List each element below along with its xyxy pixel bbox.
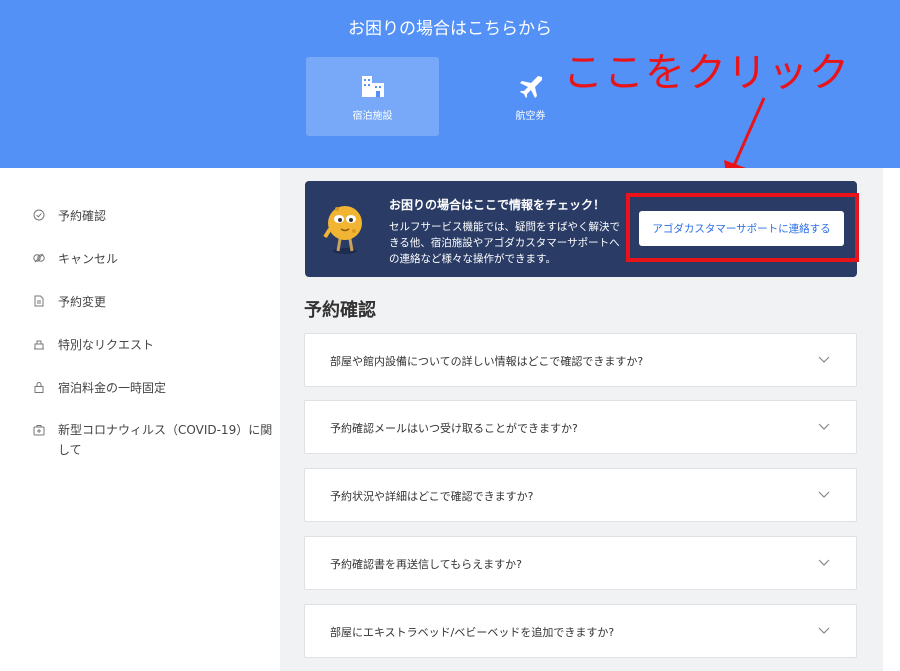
help-content: お困りの場合はここで情報をチェック！ セルフサービス機能では、疑問をすばやく解決… bbox=[280, 168, 883, 671]
request-icon bbox=[34, 340, 44, 350]
help-header: お困りの場合はこちらから 宿泊施設 航空券 ここをクリック bbox=[0, 0, 900, 168]
chevron-down-icon bbox=[818, 627, 830, 634]
sidebar-item-label: 宿泊料金の一時固定 bbox=[58, 381, 167, 395]
faq-item[interactable]: 予約確認書を再送信してもらえますか? bbox=[304, 536, 857, 590]
tab-flights-label: 航空券 bbox=[515, 111, 546, 122]
sidebar-item-booking-confirmation[interactable]: 予約確認 bbox=[33, 207, 106, 224]
banner-description: セルフサービス機能では、疑問をすばやく解決できる他、宿泊施設やアゴダカスタマーサ… bbox=[389, 221, 620, 265]
faq-question: 予約状況や詳細はどこで確認できますか? bbox=[330, 490, 534, 503]
check-circle-icon bbox=[33, 209, 45, 221]
sidebar-item-cancel[interactable]: キャンセル bbox=[33, 250, 118, 267]
document-icon bbox=[34, 295, 44, 307]
sidebar-item-label: キャンセル bbox=[58, 252, 119, 266]
self-service-banner: お困りの場合はここで情報をチェック！ セルフサービス機能では、疑問をすばやく解決… bbox=[305, 181, 857, 277]
section-title: 予約確認 bbox=[304, 300, 376, 321]
faq-item[interactable]: 部屋にエキストラベッド/ベビーベッドを追加できますか? bbox=[304, 604, 857, 658]
faq-item[interactable]: 予約状況や詳細はどこで確認できますか? bbox=[304, 468, 857, 522]
sidebar-item-label: 予約確認 bbox=[58, 209, 107, 223]
chevron-down-icon bbox=[818, 491, 830, 498]
help-sidebar: 予約確認 キャンセル 予約変更 特別なリクエスト 宿泊料金の一時固定 新型コロナ… bbox=[0, 168, 280, 671]
sidebar-item-label: 予約変更 bbox=[58, 295, 107, 309]
right-margin bbox=[883, 168, 900, 671]
faq-item[interactable]: 予約確認メールはいつ受け取ることができますか? bbox=[304, 400, 857, 454]
contact-support-button[interactable]: アゴダカスタマーサポートに連絡する bbox=[639, 211, 844, 246]
chevron-down-icon bbox=[818, 423, 830, 430]
sidebar-item-covid19[interactable]: 新型コロナウィルス（COVID-19）に関して bbox=[33, 420, 273, 460]
header-title: お困りの場合はこちらから bbox=[348, 19, 552, 39]
faq-question: 部屋や館内設備についての詳しい情報はどこで確認できますか? bbox=[330, 355, 644, 368]
tab-accommodation[interactable]: 宿泊施設 bbox=[306, 57, 439, 136]
lock-icon bbox=[34, 382, 44, 393]
airplane-icon bbox=[519, 76, 542, 98]
faq-question: 予約確認書を再送信してもらえますか? bbox=[330, 558, 522, 571]
tab-accommodation-label: 宿泊施設 bbox=[352, 111, 393, 122]
building-icon bbox=[361, 76, 384, 97]
chevron-down-icon bbox=[818, 559, 830, 566]
chevron-down-icon bbox=[818, 356, 830, 363]
sidebar-item-label: 特別なリクエスト bbox=[58, 338, 155, 352]
sidebar-item-price-freeze[interactable]: 宿泊料金の一時固定 bbox=[33, 379, 166, 396]
click-here-annotation: ここをクリック bbox=[563, 50, 850, 96]
faq-question: 部屋にエキストラベッド/ベビーベッドを追加できますか? bbox=[330, 626, 615, 639]
faq-question: 予約確認メールはいつ受け取ることができますか? bbox=[330, 422, 578, 435]
sidebar-item-label: 新型コロナウィルス（COVID-19）に関して bbox=[58, 423, 273, 457]
faq-item[interactable]: 部屋や館内設備についての詳しい情報はどこで確認できますか? bbox=[304, 333, 857, 387]
banner-title: お困りの場合はここで情報をチェック！ bbox=[389, 198, 606, 212]
mascot-icon bbox=[323, 206, 362, 254]
sidebar-item-special-request[interactable]: 特別なリクエスト bbox=[33, 336, 154, 353]
medical-kit-icon bbox=[33, 425, 45, 436]
sidebar-item-change-booking[interactable]: 予約変更 bbox=[33, 293, 106, 310]
cancel-icon bbox=[33, 253, 45, 263]
